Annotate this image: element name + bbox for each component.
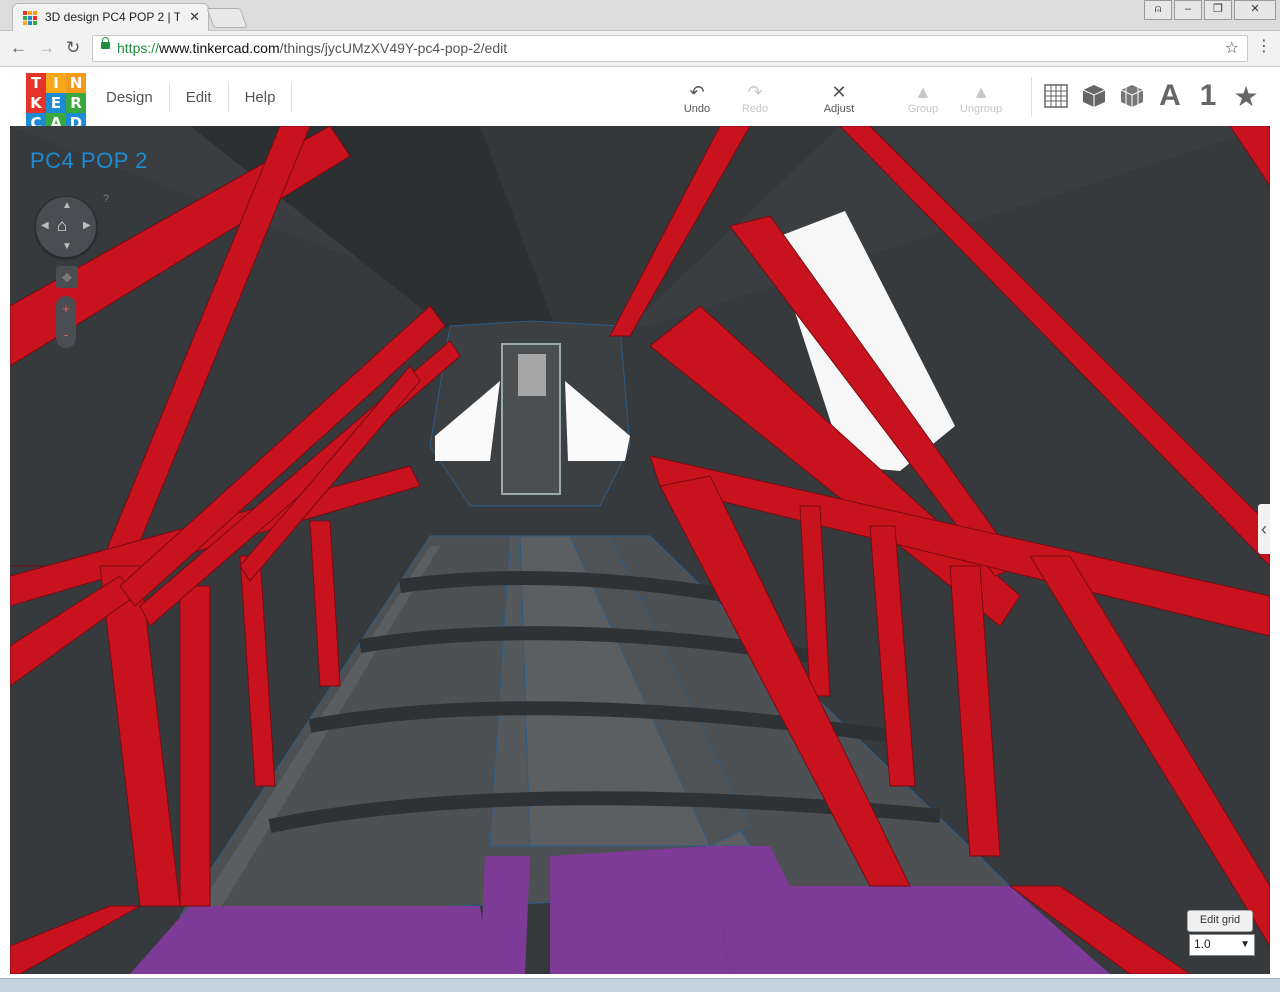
favicon-cell <box>23 11 27 15</box>
box-svg <box>1082 85 1106 107</box>
adjust-label: Adjust <box>823 103 855 115</box>
orbit-down-icon[interactable]: ▼ <box>62 241 72 252</box>
workplane-viewport[interactable]: PC4 POP 2 ? ▲ ▼ ◀ ▶ ⌂ ◆ + - ‹ Edit grid … <box>10 126 1270 974</box>
url-path: /things/jycUMzXV49Y-pc4-pop-2/edit <box>279 40 508 56</box>
window-controls: ⍝ – ❐ ✕ <box>1144 0 1276 20</box>
orbit-left-icon[interactable]: ◀ <box>41 220 49 231</box>
ungroup-button[interactable]: ▲ Ungroup <box>951 81 1011 115</box>
logo-letter: T <box>26 73 46 93</box>
minimize-icon[interactable]: – <box>1174 0 1202 20</box>
app-toolbar: T I N K E R C A D Design Edit Help ↶ Und… <box>0 67 1280 133</box>
zoom-out-icon[interactable]: - <box>56 322 76 348</box>
group-icon: ▲ <box>914 82 932 102</box>
favicon-cell <box>33 11 37 15</box>
solid-box-icon[interactable] <box>1079 81 1109 111</box>
grid-svg <box>1044 84 1068 108</box>
zoom-in-icon[interactable]: + <box>56 296 76 322</box>
back-arrow-icon[interactable]: ← <box>10 38 27 58</box>
star-icon[interactable]: ★ <box>1231 81 1261 112</box>
url-scheme: https:// <box>117 40 160 56</box>
bookmark-star-icon[interactable]: ☆ <box>1225 38 1239 58</box>
undo-label: Undo <box>683 103 711 115</box>
grid-view-icon[interactable] <box>1041 81 1071 111</box>
chevron-down-icon: ▼ <box>1240 939 1250 950</box>
redo-icon: ↷ <box>747 82 763 102</box>
door-window <box>518 354 546 396</box>
tinkercad-favicon-icon <box>23 11 37 25</box>
secure-lock-icon <box>101 37 110 49</box>
logo-letter: N <box>66 73 86 93</box>
group-button[interactable]: ▲ Group <box>893 81 953 115</box>
purple-block-left <box>130 906 490 974</box>
text-A-icon[interactable]: A <box>1155 79 1185 112</box>
new-tab-button[interactable] <box>206 8 248 28</box>
home-view-icon[interactable]: ⌂ <box>57 216 67 236</box>
logo-letter: R <box>66 93 86 113</box>
redo-label: Redo <box>741 103 769 115</box>
logo-letter: I <box>46 73 66 93</box>
favicon-cell <box>28 21 32 25</box>
undo-button[interactable]: ↶ Undo <box>667 81 727 115</box>
shapes-panel-toggle-icon[interactable]: ‹ <box>1258 504 1270 554</box>
favicon-cell <box>28 16 32 20</box>
main-menu: Design Edit Help <box>90 83 293 112</box>
ungroup-label: Ungroup <box>959 103 1003 115</box>
logo-letter: E <box>46 93 66 113</box>
browser-tab[interactable]: 3D design PC4 POP 2 | Tinkercad ✕ <box>12 3 209 31</box>
favicon-cell <box>33 16 37 20</box>
reload-icon[interactable]: ↻ <box>66 38 80 58</box>
undo-icon: ↶ <box>689 82 705 102</box>
menu-design[interactable]: Design <box>90 83 170 112</box>
tab-title: 3D design PC4 POP 2 | Tinkercad <box>45 10 180 24</box>
design-title[interactable]: PC4 POP 2 <box>30 148 148 174</box>
view-navigation-control[interactable]: ▲ ▼ ◀ ▶ ⌂ <box>35 196 97 258</box>
view-help-icon[interactable]: ? <box>103 193 109 205</box>
group-label: Group <box>907 103 939 115</box>
orbit-up-icon[interactable]: ▲ <box>62 200 72 211</box>
browser-tab-bar: 3D design PC4 POP 2 | Tinkercad ✕ ⍝ – ❐ … <box>0 0 1280 31</box>
wireframe-box-icon[interactable] <box>1117 81 1147 111</box>
restore-icon[interactable]: ❐ <box>1204 0 1232 20</box>
purple-block-mid1 <box>480 856 530 974</box>
address-bar: ← → ↻ https://www.tinkercad.com/things/j… <box>0 31 1280 67</box>
favicon-cell <box>23 21 27 25</box>
favicon-cell <box>23 16 27 20</box>
url-input[interactable]: https://www.tinkercad.com/things/jycUMzX… <box>92 35 1248 62</box>
url-host: www.tinkercad.com <box>159 40 280 56</box>
purple-block-mid2 <box>550 846 730 974</box>
ungroup-icon: ▲ <box>972 82 990 102</box>
menu-edit[interactable]: Edit <box>170 83 229 112</box>
edit-grid-button[interactable]: Edit grid <box>1187 910 1253 932</box>
number-1-icon[interactable]: 1 <box>1193 79 1223 112</box>
user-profile-icon[interactable]: ⍝ <box>1144 0 1172 20</box>
favicon-cell <box>33 21 37 25</box>
zoom-control: + - <box>56 296 76 348</box>
browser-menu-icon[interactable]: ⋮ <box>1256 36 1272 56</box>
url-text: https://www.tinkercad.com/things/jycUMzX… <box>117 40 507 56</box>
ortho-view-icon[interactable]: ◆ <box>56 266 78 288</box>
snap-grid-value: 1.0 <box>1194 937 1211 951</box>
orbit-right-icon[interactable]: ▶ <box>83 220 91 231</box>
os-taskbar <box>0 978 1280 992</box>
toolbar-divider <box>1031 77 1032 117</box>
snap-grid-select[interactable]: 1.0 ▼ <box>1189 934 1255 956</box>
redo-button[interactable]: ↷ Redo <box>725 81 785 115</box>
adjust-icon: ✕ <box>831 82 847 102</box>
favicon-cell <box>28 11 32 15</box>
forward-arrow-icon[interactable]: → <box>38 38 55 58</box>
tinkercad-logo[interactable]: T I N K E R C A D <box>26 73 86 133</box>
adjust-button[interactable]: ✕ Adjust <box>809 81 869 115</box>
scene-svg <box>10 126 1270 974</box>
wire-svg <box>1120 85 1144 107</box>
close-window-icon[interactable]: ✕ <box>1234 0 1276 20</box>
menu-help[interactable]: Help <box>229 83 293 112</box>
tab-close-icon[interactable]: ✕ <box>189 9 200 25</box>
logo-letter: K <box>26 93 46 113</box>
